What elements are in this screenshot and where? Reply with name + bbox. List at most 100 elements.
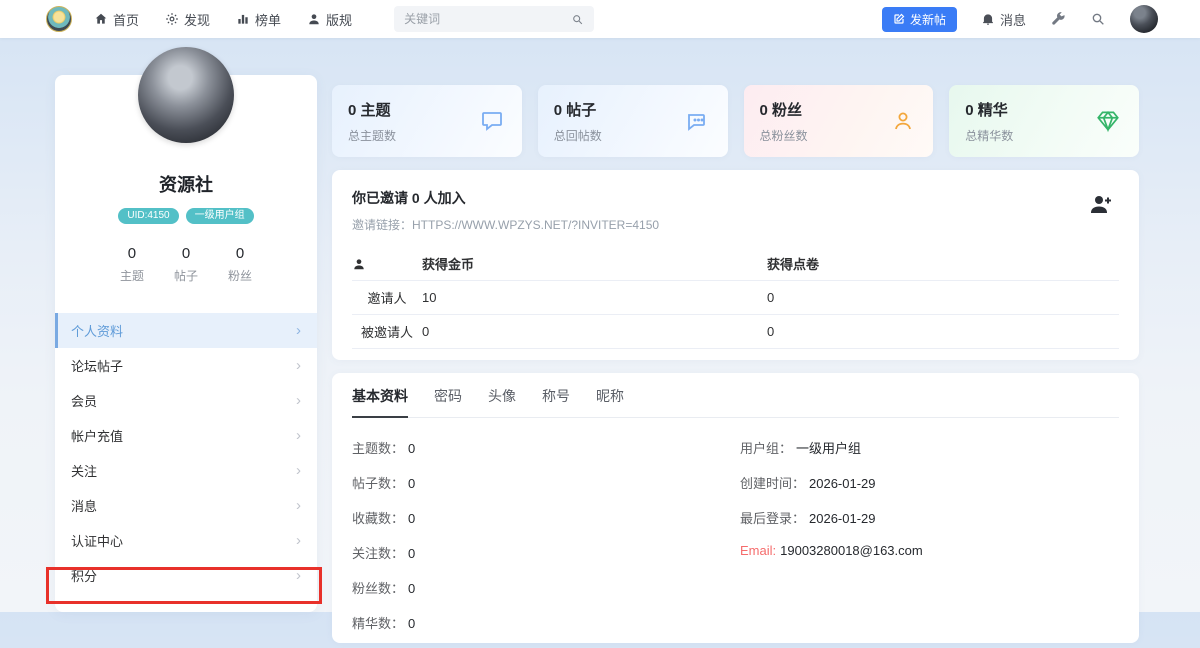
stat-card-title: 0 主题 <box>348 101 391 119</box>
menu-label: 关注 <box>71 464 98 479</box>
stat-label: 粉丝 <box>228 269 253 283</box>
stat-label: 帖子 <box>173 269 198 283</box>
menu-label: 消息 <box>71 499 98 514</box>
col-header-gold: 获得金币 <box>422 257 475 272</box>
menu-label: 积分 <box>71 569 98 584</box>
chevron-right-icon: › <box>296 462 301 479</box>
field-created-time: 创建时间： 2026-01-29 <box>740 476 876 491</box>
row-gold-value: 10 <box>422 290 437 305</box>
stat-card-title: 0 粉丝 <box>759 101 803 119</box>
profile-sidebar: 资源社 UID:4150 一级用户组 0 主题 0 帖子 0 粉丝 个人资料 ›… <box>55 47 317 612</box>
user-avatar-large[interactable] <box>138 47 234 143</box>
main-content: 0 主题 总主题数 0 帖子 总回帖数 0 粉丝 总粉丝数 0 精华 总精华数 … <box>332 85 1139 643</box>
add-user-icon[interactable] <box>1089 192 1113 216</box>
diamond-icon <box>1095 108 1121 134</box>
stat-card-title: 0 精华 <box>965 101 1008 119</box>
nav-item-ranking[interactable]: 榜单 <box>236 10 281 29</box>
invite-table-header: 获得金币 获得点卷 <box>352 247 1119 281</box>
user-group-badge: 一级用户组 <box>185 208 254 224</box>
sidebar-item-points[interactable]: 积分 › <box>55 558 317 593</box>
site-logo[interactable] <box>46 6 72 32</box>
stat-value: 0 <box>181 245 191 262</box>
menu-label: 个人资料 <box>71 324 124 339</box>
stat-card-subtitle: 总主题数 <box>348 128 397 143</box>
new-post-button[interactable]: 发新帖 <box>881 6 957 32</box>
row-points-value: 0 <box>767 290 775 305</box>
sidebar-item-membership[interactable]: 会员 › <box>55 383 317 418</box>
chevron-right-icon: › <box>296 427 301 444</box>
tab-nickname[interactable]: 昵称 <box>596 386 624 417</box>
tab-title[interactable]: 称号 <box>542 386 570 417</box>
stat-card-subtitle: 总粉丝数 <box>759 128 808 143</box>
field-last-login: 最后登录： 2026-01-29 <box>740 511 876 526</box>
messages-label: 消息 <box>999 12 1026 28</box>
field-essence-count: 精华数： 0 <box>352 616 416 631</box>
stat-card-title: 0 帖子 <box>553 101 597 119</box>
field-topic-count: 主题数： 0 <box>352 441 416 456</box>
field-user-group: 用户组： 一级用户组 <box>740 441 862 456</box>
menu-label: 论坛帖子 <box>71 359 124 374</box>
wrench-icon[interactable] <box>1050 11 1066 27</box>
nav-item-home[interactable]: 首页 <box>94 10 139 29</box>
home-icon <box>94 12 108 26</box>
comments-icon <box>686 109 710 133</box>
mini-stat-topics: 0 主题 <box>120 245 144 284</box>
top-navbar: 首页 发现 榜单 版规 发新帖 <box>0 0 1200 38</box>
chevron-right-icon: › <box>296 532 301 549</box>
search-input[interactable] <box>404 12 572 26</box>
tab-basic-info[interactable]: 基本资料 <box>352 386 408 418</box>
search-box <box>394 6 595 32</box>
stat-card-subtitle: 总精华数 <box>965 128 1014 143</box>
chart-icon <box>236 12 250 26</box>
search-icon-secondary[interactable] <box>1090 11 1106 27</box>
search-icon[interactable] <box>571 13 584 26</box>
nav-label: 发现 <box>184 12 211 28</box>
edit-icon <box>893 13 905 25</box>
chevron-right-icon: › <box>296 392 301 409</box>
profile-badges: UID:4150 一级用户组 <box>55 208 317 224</box>
stat-value: 0 <box>235 245 245 262</box>
nav-item-discover[interactable]: 发现 <box>165 10 210 29</box>
menu-label: 会员 <box>71 394 98 409</box>
nav-label: 首页 <box>113 12 140 28</box>
field-follow-count: 关注数： 0 <box>352 546 416 561</box>
stat-value: 0 <box>127 245 137 262</box>
col-header-points: 获得点卷 <box>767 257 820 272</box>
menu-label: 认证中心 <box>71 534 124 549</box>
field-post-count: 帖子数： 0 <box>352 476 416 491</box>
invite-link-url[interactable]: HTTPS://WWW.WPZYS.NET/?INVITER=4150 <box>412 218 659 232</box>
messages-nav-item[interactable]: 消息 <box>981 10 1026 29</box>
user-icon <box>891 109 915 133</box>
field-fan-count: 粉丝数： 0 <box>352 581 416 596</box>
row-label: 邀请人 <box>367 291 407 306</box>
navbar-right: 发新帖 消息 <box>881 5 1158 33</box>
stat-cards-row: 0 主题 总主题数 0 帖子 总回帖数 0 粉丝 总粉丝数 0 精华 总精华数 <box>332 85 1139 157</box>
field-favorite-count: 收藏数： 0 <box>352 511 416 526</box>
chevron-right-icon: › <box>296 322 301 339</box>
sidebar-item-forum-posts[interactable]: 论坛帖子 › <box>55 348 317 383</box>
menu-label: 帐户充值 <box>71 429 124 444</box>
sidebar-item-messages[interactable]: 消息 › <box>55 488 317 523</box>
sidebar-item-recharge[interactable]: 帐户充值 › <box>55 418 317 453</box>
sidebar-item-verification[interactable]: 认证中心 › <box>55 523 317 558</box>
stat-card-posts: 0 帖子 总回帖数 <box>537 85 728 157</box>
tab-avatar[interactable]: 头像 <box>488 386 516 417</box>
gear-icon <box>165 12 179 26</box>
nav-item-rules[interactable]: 版规 <box>307 10 352 29</box>
user-avatar-small[interactable] <box>1130 5 1158 33</box>
stat-card-essence: 0 精华 总精华数 <box>949 85 1139 157</box>
tab-password[interactable]: 密码 <box>434 386 462 417</box>
fields-left-column: 主题数： 0 帖子数： 0 收藏数： 0 关注数： 0 粉丝数： 0 精华数： 0 <box>352 438 740 648</box>
field-email: Email: 19003280018@163.com <box>740 543 923 558</box>
stat-card-fans: 0 粉丝 总粉丝数 <box>743 85 934 157</box>
chevron-right-icon: › <box>296 497 301 514</box>
sidebar-menu: 个人资料 › 论坛帖子 › 会员 › 帐户充值 › 关注 › 消息 › 认证中心… <box>55 313 317 593</box>
new-post-label: 发新帖 <box>909 12 946 27</box>
chevron-right-icon: › <box>296 567 301 584</box>
mini-stat-posts: 0 帖子 <box>174 245 198 284</box>
uid-badge: UID:4150 <box>118 208 179 224</box>
sidebar-item-profile[interactable]: 个人资料 › <box>55 313 317 348</box>
invite-link-line: 邀请链接：HTTPS://WWW.WPZYS.NET/?INVITER=4150 <box>352 216 1119 233</box>
sidebar-item-follow[interactable]: 关注 › <box>55 453 317 488</box>
comment-icon <box>480 109 504 133</box>
